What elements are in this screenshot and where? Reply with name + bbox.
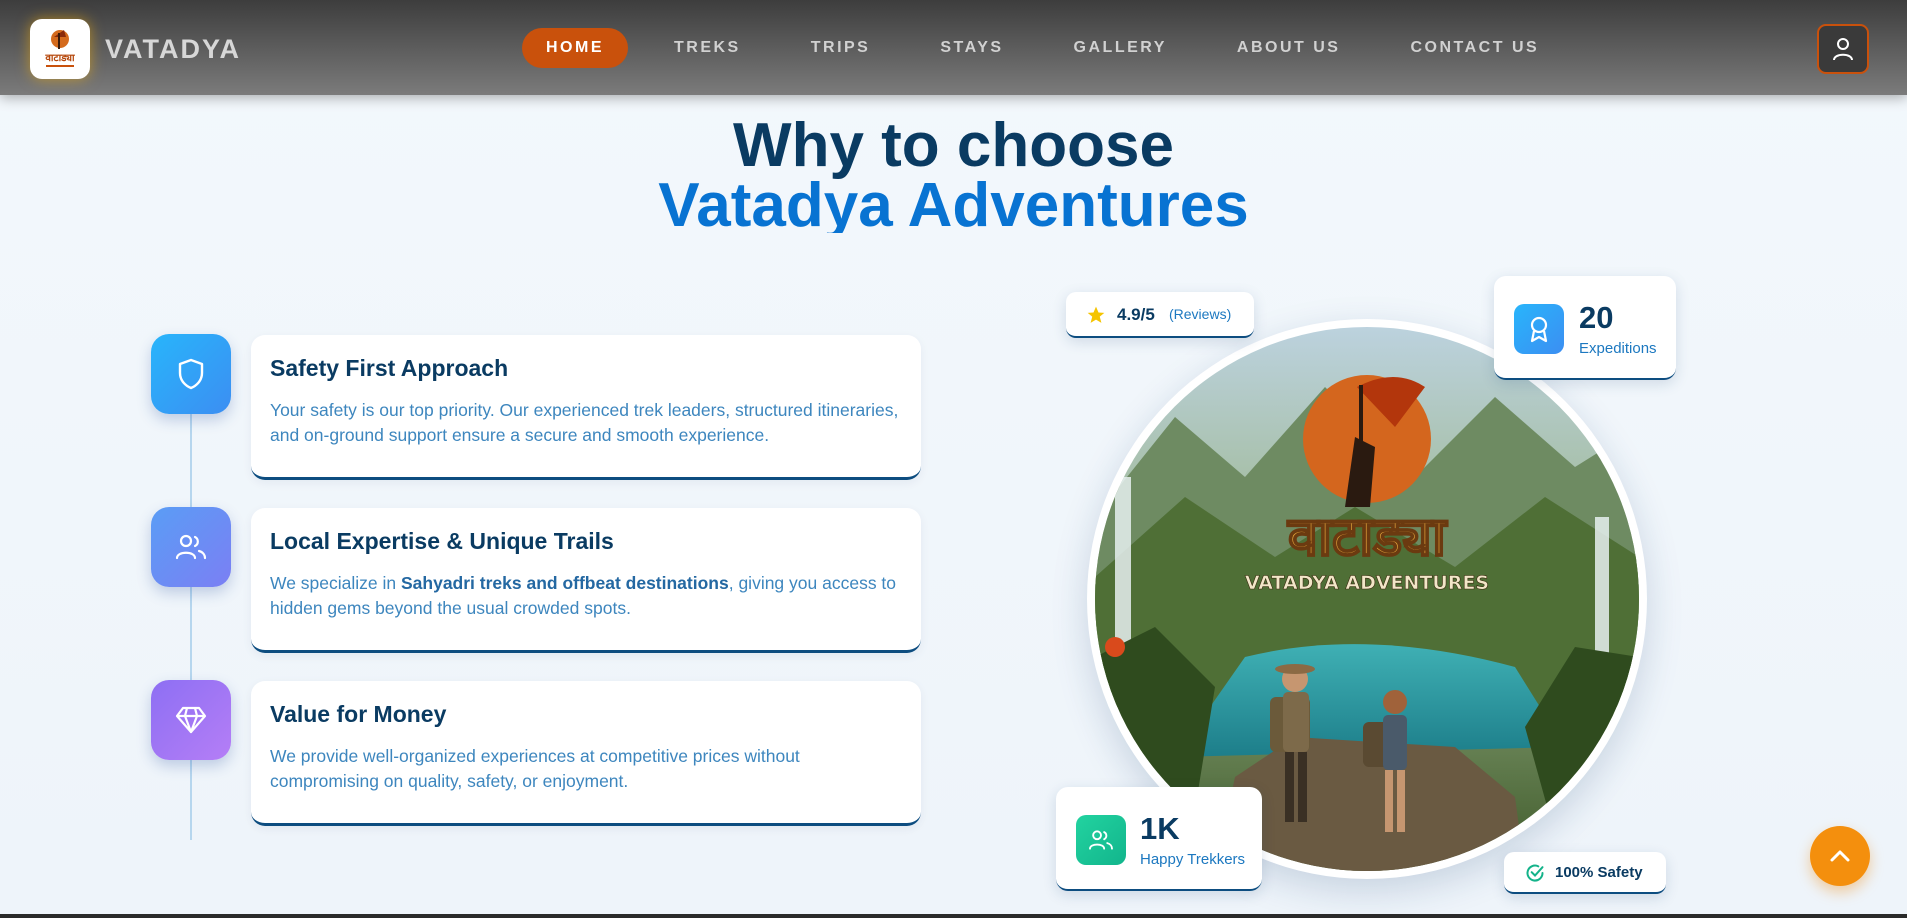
feature-card-safety: Safety First Approach Your safety is our… (251, 335, 921, 480)
feature-icon-value (151, 680, 231, 760)
feature-desc: We specialize in Sahyadri treks and offb… (270, 571, 905, 621)
rating-badge: 4.9/5 (Reviews) (1066, 292, 1254, 338)
scroll-to-top-button[interactable] (1810, 826, 1870, 886)
star-icon (1087, 306, 1105, 323)
feature-desc: We provide well-organized experiences at… (270, 746, 800, 791)
nav-about-us[interactable]: ABOUT US (1213, 28, 1365, 68)
navbar: वाटाड्या VATADYA HOME TREKS TRIPS STAYS … (0, 0, 1907, 95)
nav-treks[interactable]: TREKS (650, 28, 765, 68)
user-icon (1833, 38, 1853, 61)
diamond-icon (175, 706, 207, 734)
timeline-line (190, 400, 192, 840)
feature-icon-expertise (151, 507, 231, 587)
rating-label: (Reviews) (1169, 306, 1232, 322)
expeditions-label: Expeditions (1579, 340, 1657, 357)
main-nav: HOME TREKS TRIPS STAYS GALLERY ABOUT US … (522, 28, 1585, 68)
feature-title: Value for Money (270, 701, 447, 727)
section-title-line2: Vatadya Adventures (658, 171, 1249, 233)
expeditions-count: 20 (1579, 300, 1614, 335)
feature-card-value: Value for Money We provide well-organize… (251, 681, 921, 826)
feature-desc-highlight: Sahyadri treks and offbeat destinations (401, 573, 729, 593)
safety-label: 100% Safety (1555, 864, 1643, 881)
nav-contact-us[interactable]: CONTACT US (1386, 28, 1563, 68)
nav-trips[interactable]: TRIPS (787, 28, 895, 68)
nav-stays[interactable]: STAYS (916, 28, 1027, 68)
chevron-up-icon (1830, 850, 1850, 862)
users-icon (175, 534, 207, 560)
trekkers-count: 1K (1140, 811, 1180, 846)
image-logo-english: VATADYA ADVENTURES (1245, 572, 1489, 594)
image-logo-devanagari: वाटाड्या (1287, 505, 1448, 568)
badge-icon-box (1514, 304, 1564, 354)
page-bottom-edge (0, 914, 1907, 918)
feature-desc: Your safety is our top priority. Our exp… (270, 400, 899, 445)
svg-text:वाटाड्या: वाटाड्या (44, 53, 75, 64)
logo[interactable]: वाटाड्या (30, 19, 90, 79)
nav-home[interactable]: HOME (522, 28, 628, 68)
award-icon (1530, 316, 1548, 343)
rating-value: 4.9/5 (1117, 305, 1155, 324)
brand-name[interactable]: VATADYA (105, 34, 241, 65)
safety-badge: 100% Safety (1504, 852, 1666, 894)
user-account-button[interactable] (1817, 24, 1869, 74)
expeditions-badge: 20 Expeditions (1494, 276, 1676, 380)
feature-title: Local Expertise & Unique Trails (270, 528, 614, 554)
feature-card-expertise: Local Expertise & Unique Trails We speci… (251, 508, 921, 653)
nav-gallery[interactable]: GALLERY (1050, 28, 1191, 68)
badge-icon-box (1076, 815, 1126, 865)
trekkers-label: Happy Trekkers (1140, 851, 1246, 868)
vatadya-logo-icon: वाटाड्या (44, 30, 75, 67)
feature-title: Safety First Approach (270, 355, 509, 381)
feature-desc-part: We specialize in (270, 573, 401, 593)
feature-icon-safety (151, 334, 231, 414)
users-icon (1089, 830, 1113, 850)
check-circle-icon (1526, 864, 1544, 882)
trekkers-badge: 1K Happy Trekkers (1056, 787, 1262, 891)
shield-icon (178, 358, 204, 390)
